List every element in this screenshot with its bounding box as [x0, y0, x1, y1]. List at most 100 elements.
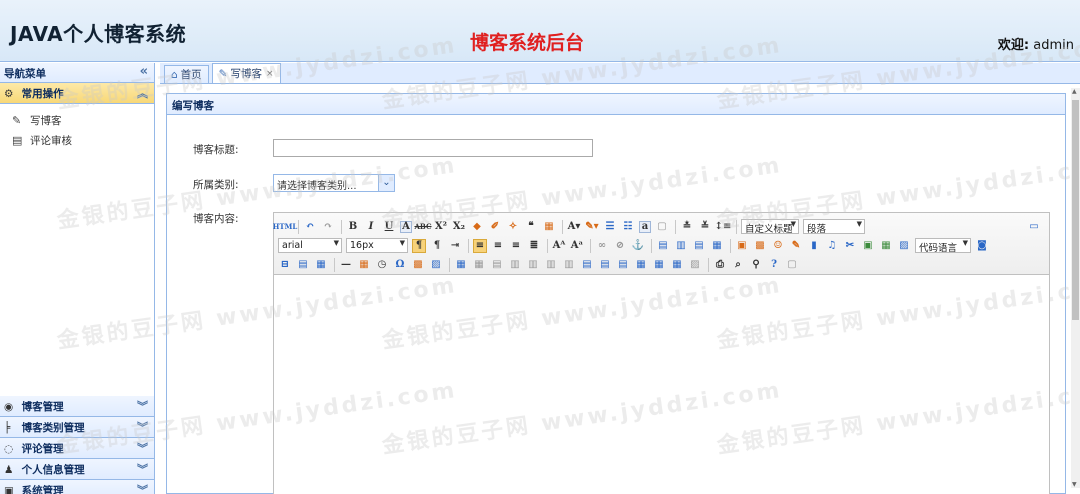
special-char-icon[interactable]: Ω — [393, 258, 407, 272]
align-justify-icon[interactable]: ≣ — [527, 239, 541, 253]
template-icon[interactable]: ◙ — [975, 239, 989, 253]
time-icon[interactable]: ◷ — [375, 258, 389, 272]
unlink-icon[interactable]: ⊘ — [613, 239, 627, 253]
anchor-icon[interactable]: ⚓ — [631, 239, 645, 253]
menu-item-write-blog[interactable]: ✎ 写博客 — [0, 110, 154, 130]
draft-icon[interactable]: ▢ — [785, 258, 799, 272]
chevron-down-icon[interactable]: ⌄ — [378, 175, 394, 191]
delete-col-icon[interactable]: ▥ — [562, 258, 576, 272]
merge-down-icon[interactable]: ▤ — [616, 258, 630, 272]
insert-col-icon[interactable]: ▥ — [544, 258, 558, 272]
chart-icon[interactable]: ▨ — [688, 258, 702, 272]
select-all-icon[interactable]: a — [639, 220, 651, 233]
rtl-icon[interactable]: ¶ — [430, 239, 444, 253]
uppercase-icon[interactable]: Aᴬ — [552, 239, 566, 253]
tab-write-blog[interactable]: ✎ 写博客 × — [211, 63, 281, 83]
ordered-list-icon[interactable]: ☰ — [603, 220, 617, 234]
chevron-down-icon[interactable]: ︾ — [137, 398, 148, 414]
insert-paragraph-before-table-icon[interactable]: ▤ — [490, 258, 504, 272]
image-none-icon[interactable]: ▥ — [674, 239, 688, 253]
subscript-icon[interactable]: X₂ — [452, 220, 466, 234]
line-height-icon[interactable]: ↕≡ — [715, 220, 732, 234]
chevron-down-icon[interactable]: ︾ — [137, 440, 148, 456]
split-cols-icon[interactable]: ▦ — [670, 258, 684, 272]
lowercase-icon[interactable]: Aᵃ — [570, 239, 584, 253]
accordion-profile-mgmt[interactable]: ♟ 个人信息管理 ︾ — [0, 459, 154, 480]
merge-cells-icon[interactable]: ▤ — [580, 258, 594, 272]
blockquote-icon[interactable]: ❝ — [524, 220, 538, 234]
close-icon[interactable]: × — [266, 69, 274, 79]
date-icon[interactable]: ▦ — [357, 258, 371, 272]
undo-icon[interactable]: ↶ — [303, 220, 317, 234]
align-left-icon[interactable]: ≡ — [473, 238, 487, 253]
image-left-icon[interactable]: ▤ — [656, 239, 670, 253]
preview-icon[interactable]: ⌕ — [731, 258, 745, 272]
unordered-list-icon[interactable]: ☷ — [621, 220, 635, 234]
html-source-icon[interactable]: HTML — [273, 220, 298, 234]
tab-home[interactable]: ⌂ 首页 — [164, 65, 209, 83]
code-language-select[interactable]: 代码语言 ▼ — [915, 238, 971, 254]
image-right-icon[interactable]: ▤ — [692, 239, 706, 253]
split-rows-icon[interactable]: ▦ — [652, 258, 666, 272]
insert-video-icon[interactable]: ▮ — [807, 239, 821, 253]
format-match-icon[interactable]: ◆ — [470, 220, 484, 234]
accordion-system-mgmt[interactable]: ▣ 系统管理 ︾ — [0, 480, 154, 494]
page-scrollbar[interactable]: ▲ ▼ — [1071, 88, 1080, 488]
chevron-up-icon[interactable]: ︽ — [137, 85, 148, 101]
emotion-icon[interactable]: ☺ — [771, 239, 785, 253]
align-right-icon[interactable]: ≡ — [509, 239, 523, 253]
font-color-icon[interactable]: A▾ — [567, 220, 581, 234]
insert-image-icon[interactable]: ▩ — [753, 239, 767, 253]
ltr-icon[interactable]: ¶ — [412, 238, 426, 253]
background-color-icon[interactable]: ✎▾ — [585, 220, 599, 234]
row-spacing-top-icon[interactable]: ≛ — [680, 220, 694, 234]
insert-frame-icon[interactable]: ▨ — [897, 239, 911, 253]
chevron-down-icon[interactable]: ︾ — [137, 419, 148, 435]
map-icon[interactable]: ▣ — [861, 239, 875, 253]
link-icon[interactable]: ∞ — [595, 239, 609, 253]
print-icon[interactable]: ⎙ — [713, 258, 727, 272]
gmap-icon[interactable]: ▦ — [879, 239, 893, 253]
delete-row-icon[interactable]: ▥ — [526, 258, 540, 272]
chevron-down-icon[interactable]: ︾ — [137, 461, 148, 477]
superscript-icon[interactable]: X² — [434, 220, 448, 234]
simple-upload-icon[interactable]: ▣ — [735, 239, 749, 253]
word-image-icon[interactable]: ▩ — [411, 258, 425, 272]
editor-content-area[interactable] — [274, 275, 1049, 494]
clear-format-icon[interactable]: ✐ — [488, 220, 502, 234]
align-center-icon[interactable]: ≡ — [491, 239, 505, 253]
scrollbar-thumb[interactable] — [1072, 100, 1079, 320]
split-cells-icon[interactable]: ▦ — [634, 258, 648, 272]
strikethrough-icon[interactable]: ABC — [414, 220, 431, 234]
fullscreen-icon[interactable]: ▭ — [1027, 220, 1041, 234]
music-icon[interactable]: ♫ — [825, 239, 839, 253]
custom-heading-select[interactable]: 自定义标题 ▼ — [741, 219, 799, 235]
delete-table-icon[interactable]: ▦ — [472, 258, 486, 272]
horizontal-rule-icon[interactable]: — — [339, 258, 353, 272]
collapse-sidebar-icon[interactable]: « — [140, 64, 148, 79]
underline-icon[interactable]: U — [382, 220, 396, 234]
font-border-icon[interactable]: A — [400, 220, 412, 233]
background-icon[interactable]: ▤ — [296, 258, 310, 272]
accordion-comment-mgmt[interactable]: ◌ 评论管理 ︾ — [0, 438, 154, 459]
merge-right-icon[interactable]: ▤ — [598, 258, 612, 272]
accordion-blog-mgmt[interactable]: ◉ 博客管理 ︾ — [0, 396, 154, 417]
font-family-select[interactable]: arial ▼ — [278, 238, 342, 253]
clear-doc-icon[interactable]: ▢ — [655, 220, 669, 234]
row-spacing-bottom-icon[interactable]: ≚ — [698, 220, 712, 234]
bold-icon[interactable]: B — [346, 220, 360, 234]
menu-item-comment-review[interactable]: ▤ 评论审核 — [0, 130, 154, 150]
scroll-down-icon[interactable]: ▼ — [1072, 481, 1077, 488]
scroll-up-icon[interactable]: ▲ — [1072, 88, 1077, 95]
attachment-icon[interactable]: ✂ — [843, 239, 857, 253]
indent-icon[interactable]: ⇥ — [448, 239, 462, 253]
italic-icon[interactable]: I — [364, 220, 378, 234]
accordion-common-ops[interactable]: ⚙ 常用操作 ︽ — [0, 83, 154, 104]
insert-table-icon[interactable]: ▦ — [454, 258, 468, 272]
paragraph-select[interactable]: 段落 ▼ — [803, 219, 865, 235]
font-size-select[interactable]: 16px ▼ — [346, 238, 408, 253]
category-select[interactable]: 请选择博客类别... ⌄ — [273, 174, 395, 192]
paste-plain-icon[interactable]: ▦ — [542, 220, 556, 234]
blog-title-input[interactable] — [273, 139, 593, 157]
help-icon[interactable]: ? — [767, 258, 781, 272]
